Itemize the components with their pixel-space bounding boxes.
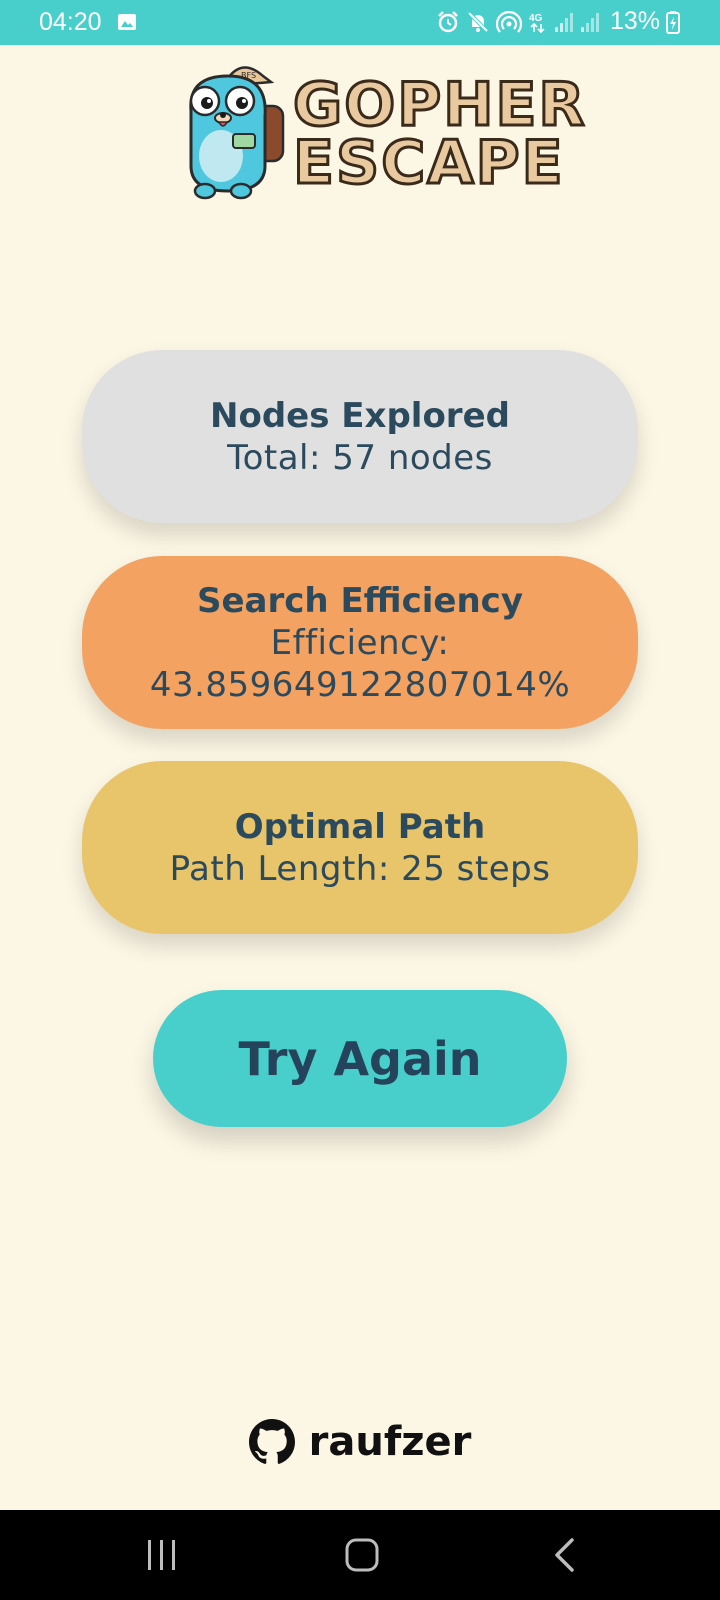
back-icon[interactable] [550, 1535, 578, 1575]
recent-apps-icon[interactable] [146, 1535, 178, 1575]
nodes-explored-title: Nodes Explored [210, 395, 510, 436]
alarm-icon [438, 10, 458, 32]
optimal-path-title: Optimal Path [234, 806, 486, 847]
search-efficiency-title: Search Efficiency [197, 580, 523, 621]
home-icon[interactable] [344, 1535, 380, 1575]
mute-icon [467, 11, 489, 32]
try-again-button[interactable]: Try Again [153, 990, 567, 1127]
logo-text-line2: ESCAPE [292, 128, 565, 198]
optimal-path-card: Optimal Path Path Length: 25 steps [82, 761, 638, 934]
gallery-icon [118, 14, 136, 30]
github-link[interactable]: raufzer [0, 1416, 720, 1468]
gopher-mascot-icon: BFS [189, 66, 285, 200]
signal-icon [554, 12, 573, 32]
4g-icon: 4G [529, 13, 545, 33]
status-time: 04:20 [39, 8, 102, 36]
hotspot-icon [495, 10, 522, 33]
optimal-path-value: Path Length: 25 steps [169, 848, 551, 889]
search-efficiency-value: Efficiency: 43.859649122807014% [149, 622, 571, 705]
system-nav-bar [0, 1510, 720, 1600]
nodes-explored-value: Total: 57 nodes [227, 437, 493, 478]
svg-text:4G: 4G [529, 13, 543, 24]
battery-percentage: 13% [609, 7, 660, 35]
github-username: raufzer [308, 1419, 472, 1465]
github-icon [248, 1419, 295, 1464]
status-bar: 04:20 4G 13% [0, 0, 720, 45]
nodes-explored-card: Nodes Explored Total: 57 nodes [82, 350, 638, 523]
app-logo: BFS GOPHER ESCAPE [183, 56, 586, 202]
search-efficiency-card: Search Efficiency Efficiency: 43.8596491… [82, 556, 638, 729]
logo-text-line1: GOPHER [292, 70, 587, 140]
battery-charging-icon [666, 10, 680, 34]
signal-icon [580, 12, 599, 32]
status-icons: 4G 13% [436, 7, 680, 36]
